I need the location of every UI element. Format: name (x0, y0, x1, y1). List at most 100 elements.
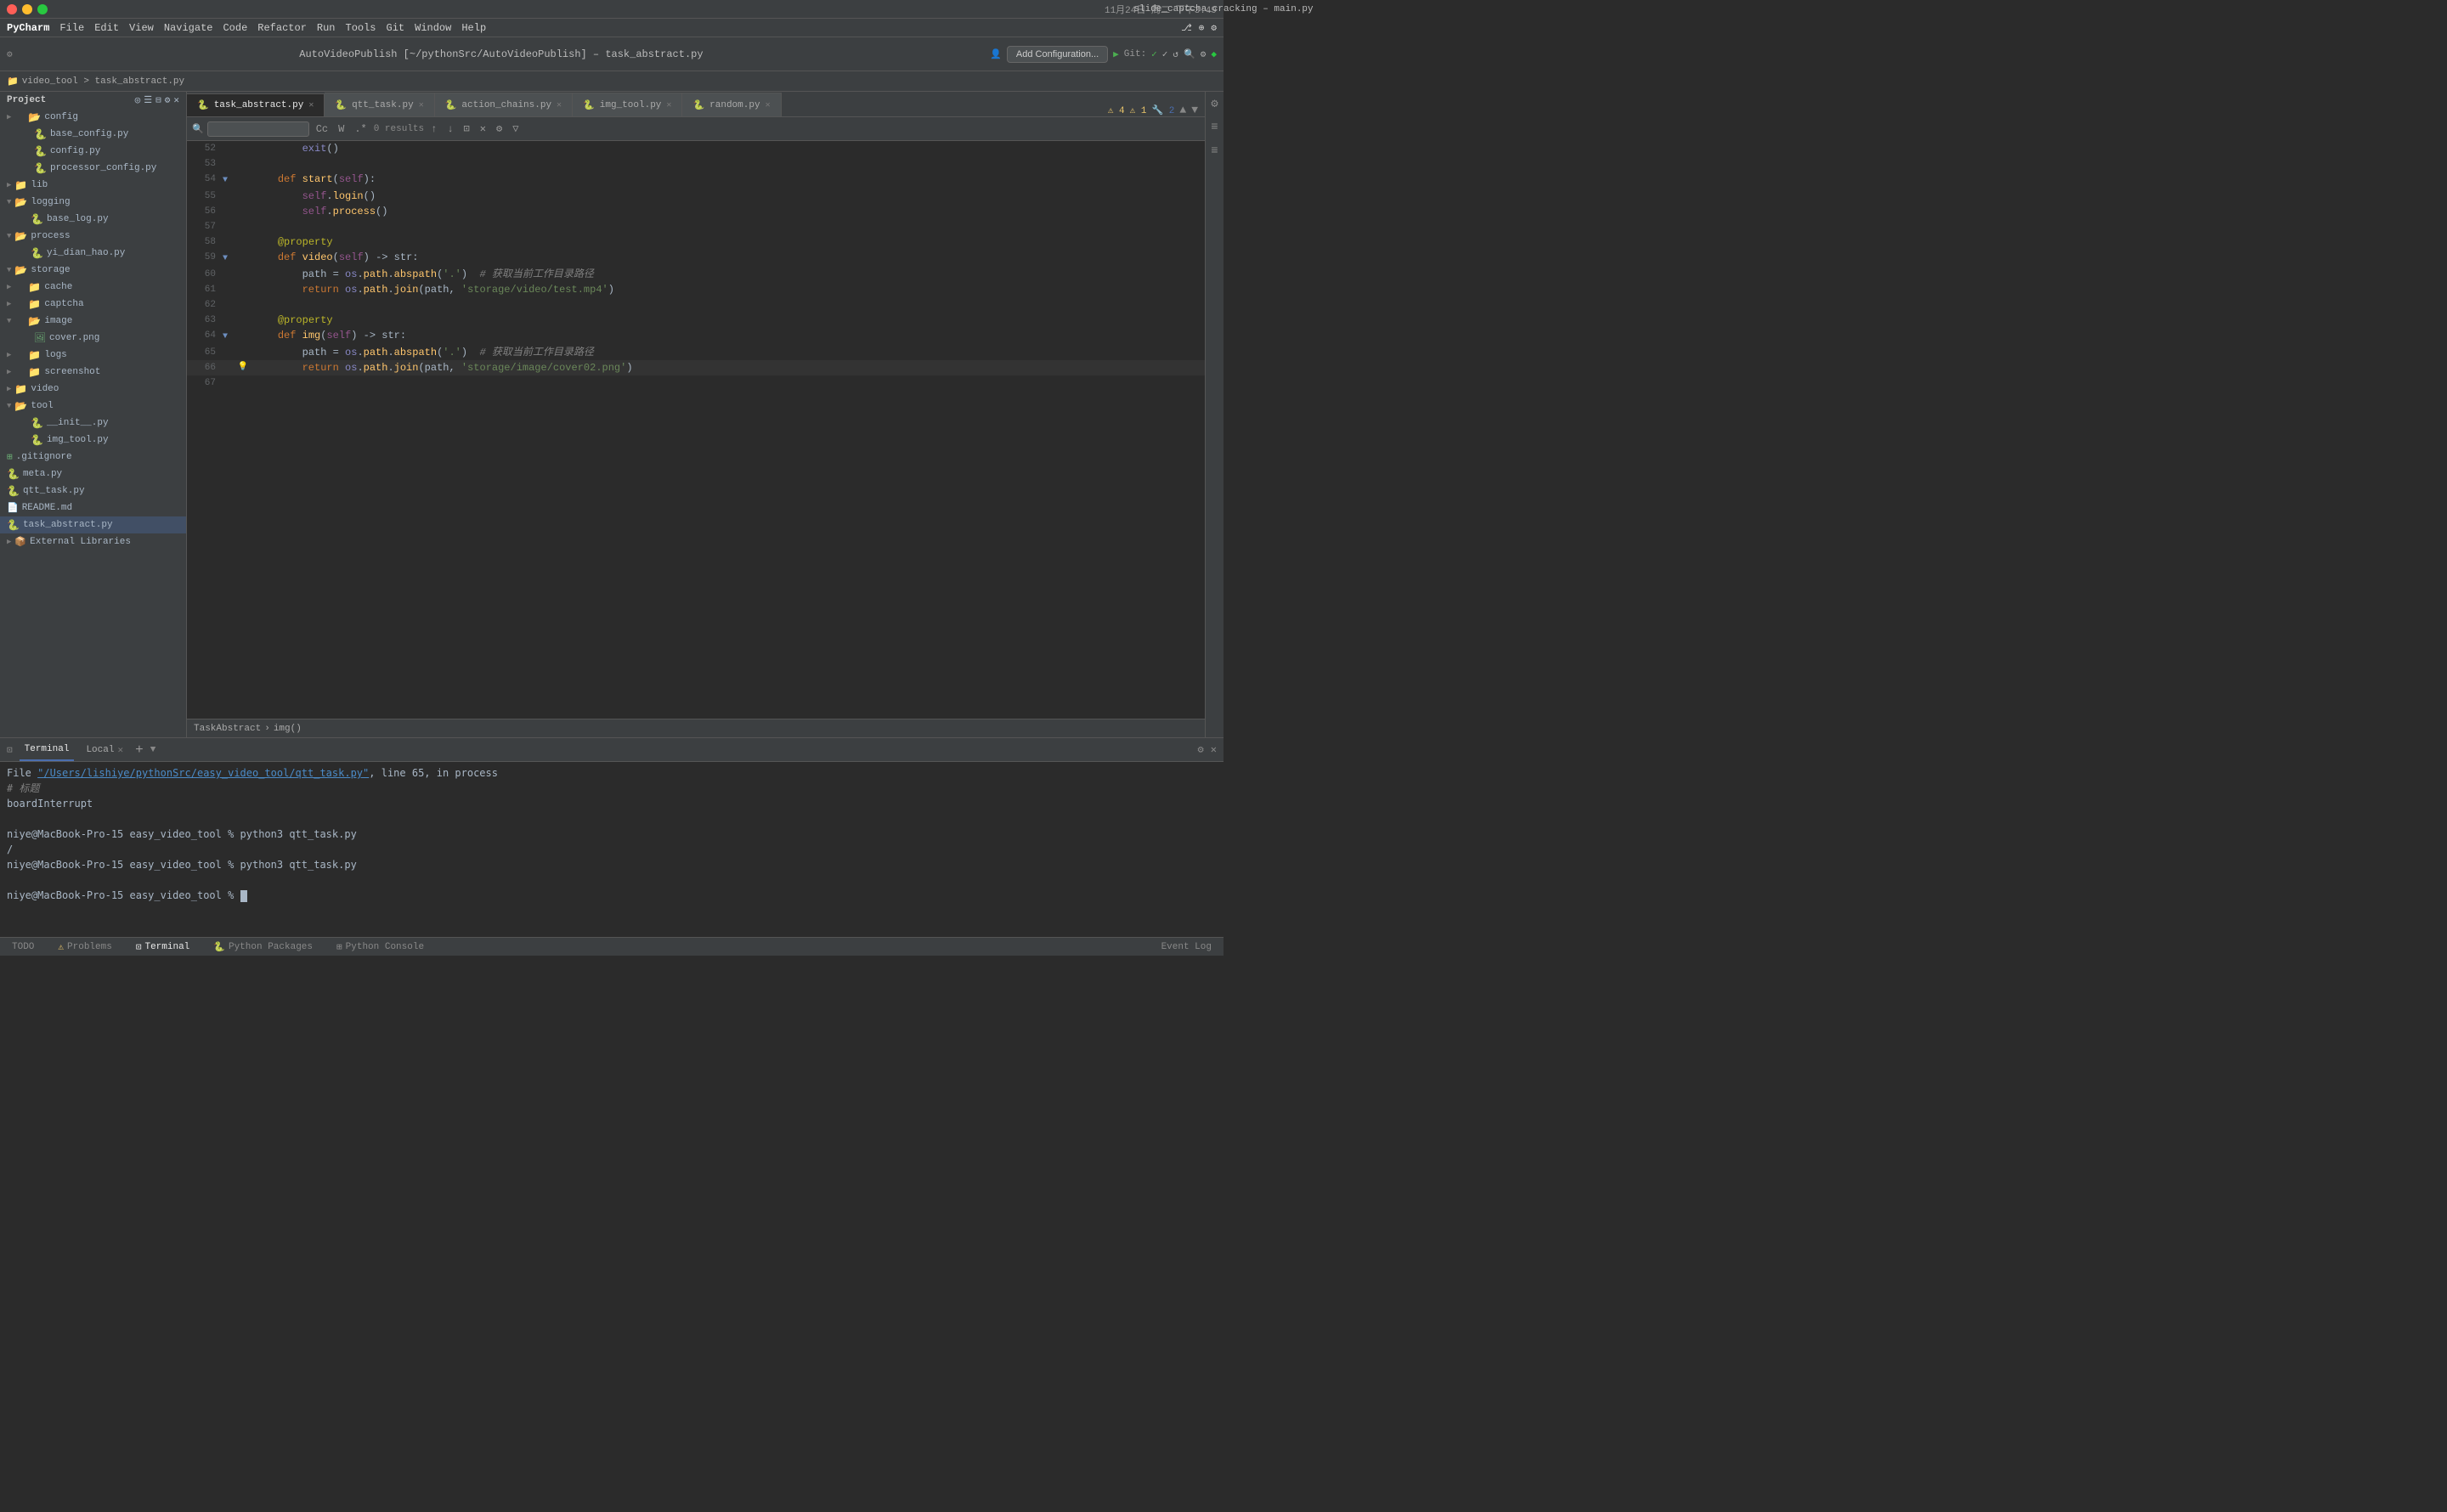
sidebar-item-config-py[interactable]: 🐍 config.py (0, 143, 186, 160)
search-case-btn[interactable]: Cc (313, 123, 331, 135)
search-regex-btn[interactable]: .* (351, 123, 370, 135)
color-icon[interactable]: ◆ (1211, 48, 1217, 60)
sidebar-item-cache[interactable]: ▶ 📁 cache (0, 279, 186, 296)
sidebar-item-task-abstract[interactable]: 🐍 task_abstract.py (0, 516, 186, 533)
search-toolbar-icon[interactable]: 🔍 (1184, 48, 1195, 60)
tab-bar: 🐍 task_abstract.py ✕ 🐍 qtt_task.py ✕ 🐍 a… (187, 92, 1205, 117)
terminal-tab-terminal[interactable]: Terminal (20, 739, 75, 761)
sidebar-item-video[interactable]: ▶ 📁 video (0, 381, 186, 398)
status-tab-event-log[interactable]: Event Log (1156, 938, 1217, 956)
status-tab-terminal[interactable]: ⊡ Terminal (131, 938, 195, 956)
sidebar-item-yi-dian-hao[interactable]: 🐍 yi_dian_hao.py (0, 245, 186, 262)
status-tab-python-packages[interactable]: 🐍 Python Packages (208, 938, 318, 956)
menu-code[interactable]: Code (223, 22, 247, 34)
search-word-btn[interactable]: W (335, 123, 348, 135)
terminal-settings-icon[interactable]: ⚙ (1198, 743, 1204, 756)
git-check-icon: ✓ (1151, 48, 1157, 60)
tab-img-tool[interactable]: 🐍 img_tool.py ✕ (573, 93, 682, 116)
expand-icon[interactable]: ▲ (1179, 104, 1186, 116)
terminal-file-link[interactable]: "/Users/lishiye/pythonSrc/easy_video_too… (37, 767, 369, 779)
status-tab-python-console[interactable]: ⊞ Python Console (331, 938, 429, 956)
status-tab-problems[interactable]: ⚠ Problems (53, 938, 116, 956)
window-controls[interactable] (7, 4, 48, 14)
search-next-btn[interactable]: ↓ (444, 123, 456, 135)
sidebar-item-qtt-task[interactable]: 🐍 qtt_task.py (0, 482, 186, 499)
sidebar-item-screenshot[interactable]: ▶ 📁 screenshot (0, 364, 186, 381)
status-tab-todo[interactable]: TODO (7, 938, 39, 956)
sidebar-item-base-config[interactable]: 🐍 base_config.py (0, 126, 186, 143)
menu-view[interactable]: View (129, 22, 154, 34)
menu-refactor[interactable]: Refactor (257, 22, 307, 34)
menu-window[interactable]: Window (415, 22, 451, 34)
right-sidebar-icon-arrow-right[interactable]: ≡ (1207, 119, 1224, 136)
sidebar-icon-collapse[interactable]: ⊟ (155, 94, 161, 106)
search-close-btn[interactable]: ✕ (477, 122, 489, 135)
sidebar-project-header[interactable]: Project ◎ ☰ ⊟ ⚙ ✕ (0, 92, 186, 109)
fold-icon[interactable]: ▼ (223, 332, 228, 341)
sidebar-item-captcha[interactable]: ▶ 📁 captcha (0, 296, 186, 313)
run-icon[interactable]: ▶ (1113, 48, 1119, 60)
sidebar-item-base-log[interactable]: 🐍 base_log.py (0, 211, 186, 228)
terminal-content[interactable]: File "/Users/lishiye/pythonSrc/easy_vide… (0, 762, 1224, 937)
minimize-button[interactable] (22, 4, 32, 14)
sidebar-item-image[interactable]: ▼ 📂 image (0, 313, 186, 330)
tab-action-chains[interactable]: 🐍 action_chains.py ✕ (435, 93, 573, 116)
menu-tools[interactable]: Tools (346, 22, 376, 34)
menu-run[interactable]: Run (317, 22, 336, 34)
sidebar-item-meta-py[interactable]: 🐍 meta.py (0, 465, 186, 482)
sidebar-icon-expand[interactable]: ☰ (144, 94, 152, 106)
menu-edit[interactable]: Edit (94, 22, 119, 34)
tab-close-icon[interactable]: ✕ (419, 100, 424, 110)
menu-help[interactable]: Help (461, 22, 486, 34)
terminal-dropdown-icon[interactable]: ▼ (150, 745, 156, 755)
fold-icon[interactable]: ▼ (223, 254, 228, 263)
sidebar-item-config[interactable]: ▶ 📂 config (0, 109, 186, 126)
tab-random[interactable]: 🐍 random.py ✕ (682, 93, 781, 116)
collapse-icon[interactable]: ▼ (1191, 104, 1198, 116)
close-button[interactable] (7, 4, 17, 14)
search-context-btn[interactable]: ⊡ (461, 122, 473, 135)
bulb-indicator[interactable]: 💡 (236, 360, 250, 375)
tab-close-icon[interactable]: ✕ (666, 100, 671, 110)
right-sidebar-icon-arrow-left[interactable]: ≡ (1207, 143, 1224, 160)
fold-icon[interactable]: ▼ (223, 176, 228, 185)
sidebar-item-readme[interactable]: 📄 README.md (0, 499, 186, 516)
sidebar-item-logging[interactable]: ▼ 📂 logging (0, 194, 186, 211)
sidebar-item-img-tool[interactable]: 🐍 img_tool.py (0, 432, 186, 449)
menu-file[interactable]: File (59, 22, 84, 34)
run-config-button[interactable]: Add Configuration... (1007, 46, 1108, 63)
sidebar-item-storage[interactable]: ▼ 📂 storage (0, 262, 186, 279)
tab-qtt-task[interactable]: 🐍 qtt_task.py ✕ (325, 93, 434, 116)
search-options-btn[interactable]: ⚙ (493, 122, 506, 135)
search-input[interactable] (207, 121, 309, 137)
tab-task-abstract[interactable]: 🐍 task_abstract.py ✕ (187, 93, 325, 117)
sidebar-item-lib[interactable]: ▶ 📁 lib (0, 177, 186, 194)
sidebar-item-cover-png[interactable]: 🖼 cover.png (0, 330, 186, 347)
sidebar-item-process[interactable]: ▼ 📂 process (0, 228, 186, 245)
sidebar-item-gitignore[interactable]: ⊞ .gitignore (0, 449, 186, 465)
search-filter-btn[interactable]: ▽ (509, 122, 522, 135)
maximize-button[interactable] (37, 4, 48, 14)
tab-close-icon[interactable]: ✕ (766, 100, 771, 110)
sidebar-item-init[interactable]: 🐍 __init__.py (0, 415, 186, 432)
sidebar-icon-settings[interactable]: ⚙ (165, 94, 171, 106)
right-sidebar-icon-settings[interactable]: ⚙ (1207, 95, 1224, 112)
search-prev-btn[interactable]: ↑ (427, 123, 440, 135)
menu-git[interactable]: Git (387, 22, 405, 34)
terminal-tab-local[interactable]: Local ✕ (81, 739, 128, 761)
tab-close-icon[interactable]: ✕ (557, 100, 562, 110)
sidebar-item-processor-config[interactable]: 🐍 processor_config.py (0, 160, 186, 177)
terminal-tab-close-icon[interactable]: ✕ (117, 744, 123, 756)
terminal-add-tab-button[interactable]: + (135, 742, 144, 758)
sidebar-item-logs[interactable]: ▶ 📁 logs (0, 347, 186, 364)
settings-toolbar-icon[interactable]: ⚙ (1201, 48, 1207, 60)
sidebar-item-tool[interactable]: ▼ 📂 tool (0, 398, 186, 415)
sidebar-icon-close[interactable]: ✕ (173, 94, 179, 106)
menu-navigate[interactable]: Navigate (164, 22, 213, 34)
sidebar-icon-locate[interactable]: ◎ (135, 94, 141, 106)
settings-gear-icon[interactable]: ⚙ (7, 48, 13, 60)
tab-close-icon[interactable]: ✕ (308, 100, 314, 110)
code-area[interactable]: 52 exit() 53 54 ▼ def start(self): (187, 141, 1205, 719)
terminal-close-icon[interactable]: ✕ (1211, 743, 1217, 756)
sidebar-item-external-libraries[interactable]: ▶ 📦 External Libraries (0, 533, 186, 550)
